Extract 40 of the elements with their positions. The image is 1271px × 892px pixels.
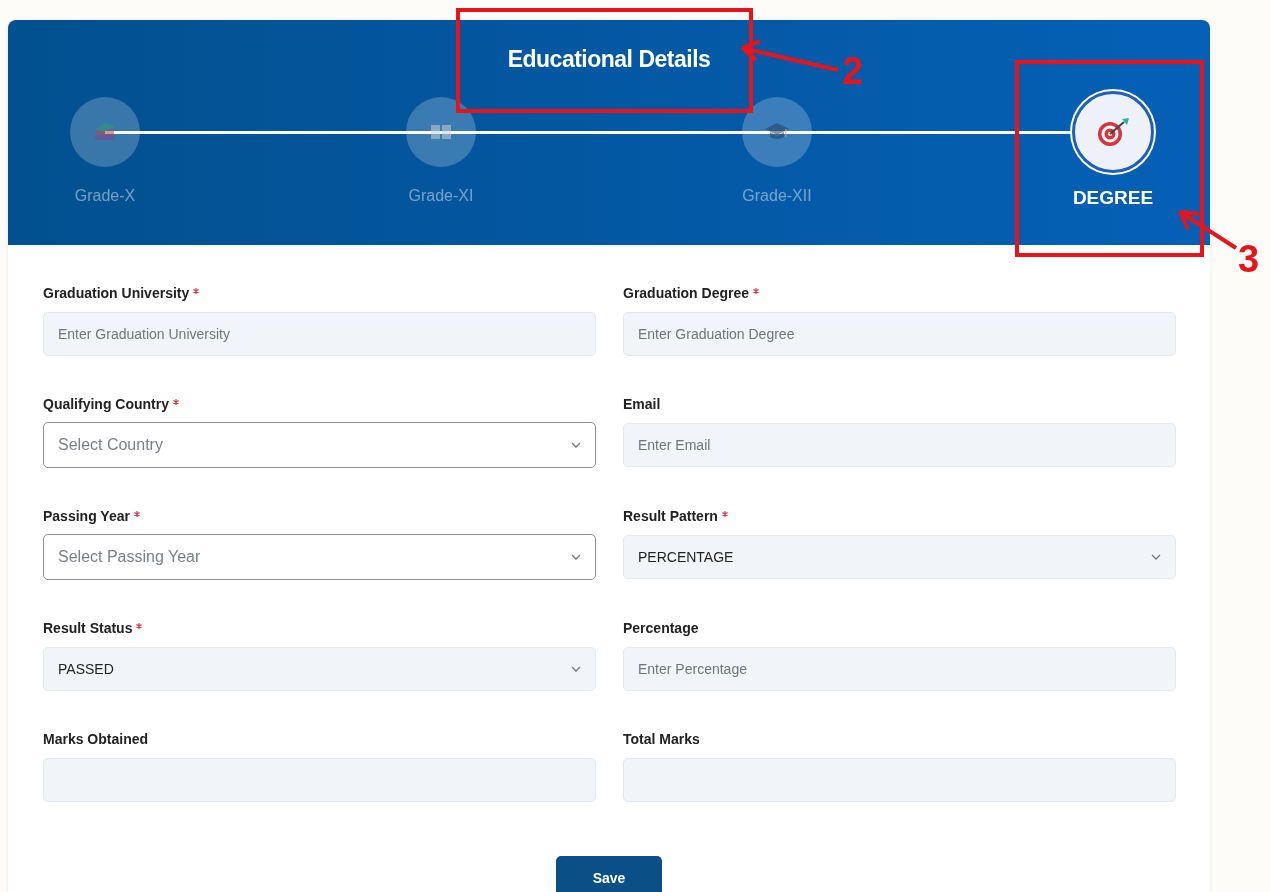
field-label: Result Pattern [623,508,718,524]
save-button[interactable]: Save [556,856,662,892]
select-field[interactable]: PASSED [43,647,596,691]
select-field[interactable]: Select Passing Year [43,534,596,580]
select-field[interactable]: Select Country [43,422,596,468]
callout-arrow [1178,210,1238,250]
step-label: Grade-XII [742,187,812,205]
field-label: Total Marks [623,731,700,747]
input-field[interactable]: Enter Email [623,423,1176,467]
callout-number: 3 [1238,240,1260,278]
step-label: DEGREE [1072,187,1154,209]
field-label: Qualifying Country [43,396,169,412]
field-label: Passing Year [43,508,130,524]
select-value: PERCENTAGE [638,549,734,565]
book-icon [429,122,453,142]
field-label: Marks Obtained [43,731,149,747]
input-field[interactable]: Enter Graduation University [43,312,596,356]
chevron-down-icon [1151,554,1161,560]
select-value: PASSED [58,661,114,677]
select-placeholder: Select Passing Year [58,548,201,566]
step-label: Grade-X [74,187,136,205]
input-field[interactable] [623,758,1176,802]
input-field[interactable]: Enter Graduation Degree [623,312,1176,356]
select-placeholder: Select Country [58,436,163,454]
chevron-down-icon [571,666,581,672]
field-label: Percentage [623,620,699,636]
target-icon [1096,116,1130,148]
field-label: Graduation University [43,285,190,301]
header-title: Educational Details [507,46,711,74]
step-label: Grade-XI [408,187,474,205]
select-field[interactable]: PERCENTAGE [623,535,1176,579]
step-button[interactable] [1072,91,1154,173]
input-field[interactable]: Enter Percentage [623,647,1176,691]
field-label: Email [623,396,661,412]
chevron-down-icon [571,442,581,448]
field-label: Graduation Degree [623,285,750,301]
input-field[interactable] [43,758,596,802]
callout-number: 2 [842,52,864,90]
field-label: Result Status [43,620,133,636]
chevron-down-icon [571,554,581,560]
